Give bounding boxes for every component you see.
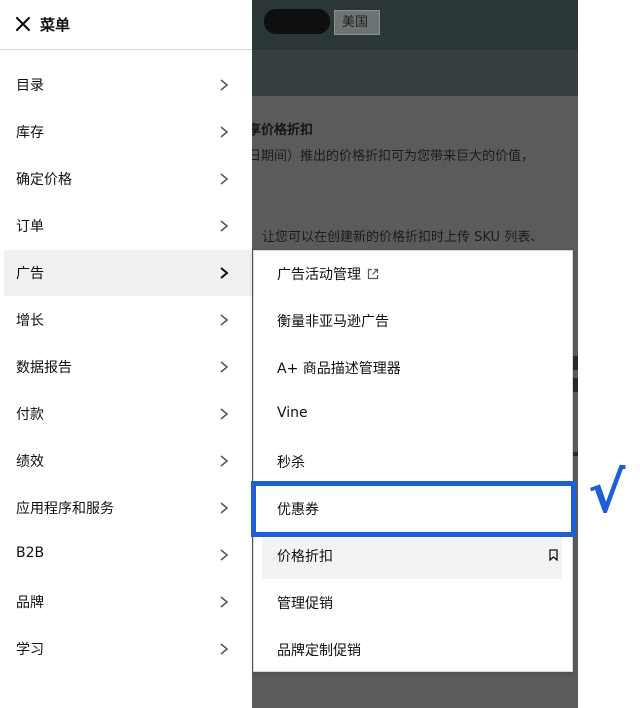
submenu-item-label: 秒杀 bbox=[277, 455, 305, 471]
submenu-item-label: A+ 商品描述管理器 bbox=[277, 361, 401, 377]
chevron-right-icon bbox=[220, 361, 229, 373]
menu-header: 菜单 bbox=[0, 0, 252, 50]
menu-item-performance[interactable]: 绩效 bbox=[4, 438, 252, 484]
navigation-menu: 菜单 目录 库存 确定价格 订单 广告 增长 数据报告 付款 绩效 应用程序和服… bbox=[0, 0, 252, 708]
background-text-line: 日期间）推出的价格折扣可为您带来巨大的价值， bbox=[252, 149, 535, 164]
submenu-item-manage-promotions[interactable]: 管理促销 bbox=[262, 580, 562, 626]
menu-item-label: 付款 bbox=[16, 407, 44, 423]
submenu-item-measure-non-amazon-ads[interactable]: 衡量非亚马逊广告 bbox=[262, 298, 562, 344]
menu-title: 菜单 bbox=[40, 16, 71, 34]
submenu-item-label: 价格折扣 bbox=[277, 549, 333, 565]
menu-item-payments[interactable]: 付款 bbox=[4, 391, 252, 437]
chevron-right-icon bbox=[220, 267, 229, 279]
menu-item-label: 库存 bbox=[16, 125, 44, 141]
submenu-item-a-plus-manager[interactable]: A+ 商品描述管理器 bbox=[262, 345, 562, 391]
menu-item-advertising[interactable]: 广告 bbox=[4, 250, 252, 296]
chevron-right-icon bbox=[220, 502, 229, 514]
chevron-right-icon bbox=[220, 126, 229, 138]
menu-item-label: B2B bbox=[16, 545, 45, 561]
menu-item-label: 增长 bbox=[16, 313, 44, 329]
region-selector: 美国 bbox=[334, 10, 380, 35]
menu-item-brand[interactable]: 品牌 bbox=[4, 579, 252, 625]
annotation-highlight-box bbox=[251, 481, 576, 537]
background-text-line: 让您可以在创建新的价格折扣时上传 SKU 列表、 bbox=[262, 230, 544, 245]
menu-item-label: 目录 bbox=[16, 78, 44, 94]
menu-item-growth[interactable]: 增长 bbox=[4, 297, 252, 343]
submenu-item-campaign-manager[interactable]: 广告活动管理 bbox=[262, 251, 562, 297]
submenu-item-vine[interactable]: Vine bbox=[262, 392, 562, 438]
chevron-right-icon bbox=[220, 220, 229, 232]
submenu-item-label: Vine bbox=[277, 405, 308, 421]
close-icon[interactable] bbox=[14, 15, 32, 33]
submenu-item-price-discounts[interactable]: 价格折扣 bbox=[262, 533, 562, 579]
menu-item-orders[interactable]: 订单 bbox=[4, 203, 252, 249]
annotation-checkmark: √ bbox=[588, 461, 626, 526]
menu-item-label: 广告 bbox=[16, 266, 44, 282]
background-top-bar: 美国 bbox=[252, 0, 578, 50]
background-sub-bar bbox=[252, 50, 578, 96]
submenu-item-label: 品牌定制促销 bbox=[277, 643, 361, 659]
menu-item-label: 品牌 bbox=[16, 595, 44, 611]
chevron-right-icon bbox=[220, 173, 229, 185]
advertising-submenu: 广告活动管理 衡量非亚马逊广告 A+ 商品描述管理器 Vine 秒杀 优惠券 价… bbox=[253, 250, 573, 672]
submenu-item-lightning-deals[interactable]: 秒杀 bbox=[262, 439, 562, 485]
redacted-account-pill bbox=[264, 9, 330, 34]
menu-item-learn[interactable]: 学习 bbox=[4, 626, 252, 672]
menu-item-label: 订单 bbox=[16, 219, 44, 235]
chevron-right-icon bbox=[220, 643, 229, 655]
chevron-right-icon bbox=[220, 596, 229, 608]
submenu-item-label: 广告活动管理 bbox=[277, 264, 379, 284]
submenu-item-text: 广告活动管理 bbox=[277, 267, 361, 283]
submenu-item-label: 管理促销 bbox=[277, 596, 333, 612]
external-link-icon bbox=[367, 268, 379, 280]
menu-item-apps-services[interactable]: 应用程序和服务 bbox=[4, 485, 252, 531]
menu-item-pricing[interactable]: 确定价格 bbox=[4, 156, 252, 202]
menu-item-catalog[interactable]: 目录 bbox=[4, 62, 252, 108]
menu-item-label: 应用程序和服务 bbox=[16, 501, 114, 517]
chevron-right-icon bbox=[220, 79, 229, 91]
chevron-right-icon bbox=[220, 549, 229, 561]
menu-item-label: 确定价格 bbox=[16, 172, 72, 188]
chevron-right-icon bbox=[220, 408, 229, 420]
chevron-right-icon bbox=[220, 455, 229, 467]
menu-item-label: 数据报告 bbox=[16, 360, 72, 376]
menu-item-label: 学习 bbox=[16, 642, 44, 658]
background-heading: 享价格折扣 bbox=[252, 123, 314, 138]
chevron-right-icon bbox=[220, 314, 229, 326]
submenu-item-label: 衡量非亚马逊广告 bbox=[277, 314, 389, 330]
menu-item-b2b[interactable]: B2B bbox=[4, 532, 252, 578]
bookmark-icon[interactable] bbox=[549, 549, 558, 561]
menu-item-label: 绩效 bbox=[16, 454, 44, 470]
menu-item-inventory[interactable]: 库存 bbox=[4, 109, 252, 155]
submenu-item-brand-tailored-promotions[interactable]: 品牌定制促销 bbox=[262, 627, 562, 673]
menu-item-reports[interactable]: 数据报告 bbox=[4, 344, 252, 390]
